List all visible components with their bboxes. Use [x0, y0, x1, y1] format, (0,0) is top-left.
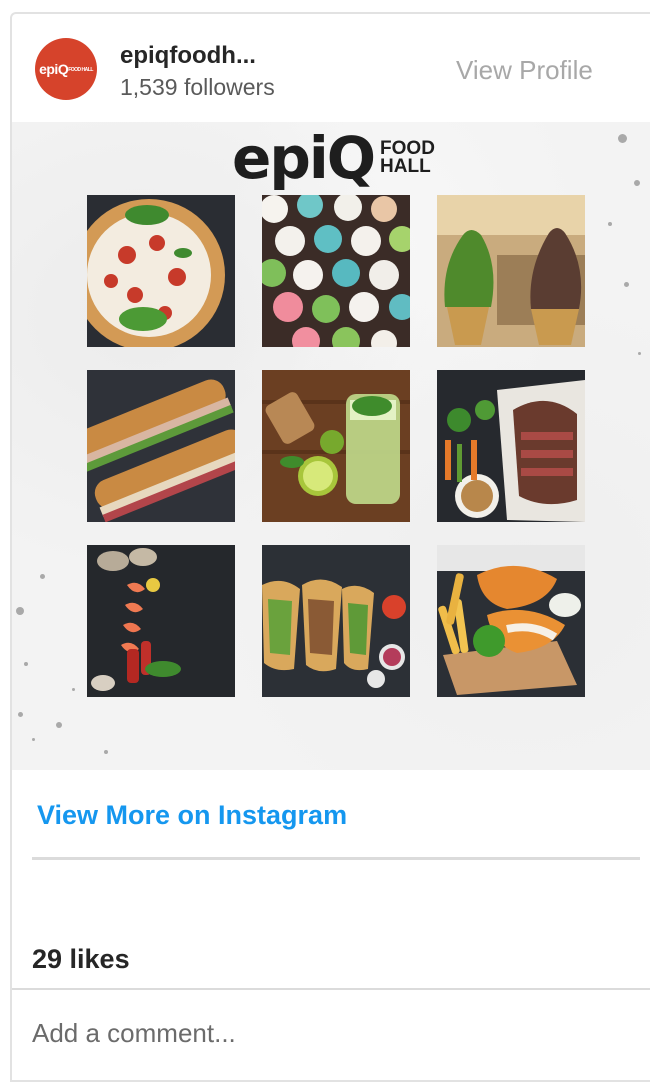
paint-speck: [56, 722, 62, 728]
paint-speck: [40, 574, 45, 579]
divider: [12, 988, 650, 990]
comment-input[interactable]: [32, 1018, 612, 1049]
tile-fish-and-chips: [437, 545, 585, 697]
divider: [32, 857, 640, 860]
view-more-on-instagram-link[interactable]: View More on Instagram: [37, 800, 347, 831]
instagram-embed-card: epiQFOOD HALL epiqfoodh... 1,539 followe…: [10, 12, 650, 1082]
tile-pizza: [87, 195, 235, 347]
brand-logo: epiQ FOOD HALL: [232, 124, 435, 192]
post-header: epiQFOOD HALL epiqfoodh... 1,539 followe…: [12, 14, 650, 122]
paint-speck: [104, 750, 108, 754]
tile-soft-serve: [437, 195, 585, 347]
avatar-logo: epiQFOOD HALL: [39, 61, 93, 77]
tile-seafood: [87, 545, 235, 697]
brand-logo-sub: FOOD HALL: [380, 139, 435, 177]
tile-tacos: [262, 545, 410, 697]
follower-count: 1,539 followers: [120, 74, 275, 100]
brand-logo-sub-line: HALL: [380, 156, 431, 177]
username[interactable]: epiqfoodh...: [120, 42, 256, 70]
view-profile-link[interactable]: View Profile: [456, 55, 593, 86]
tile-cupcakes: [262, 195, 410, 347]
avatar-logo-text: epiQ: [39, 61, 69, 77]
avatar[interactable]: epiQFOOD HALL: [35, 38, 97, 100]
paint-speck: [24, 662, 28, 666]
tile-steak: [437, 370, 585, 522]
paint-speck: [638, 352, 641, 355]
avatar-logo-sub: FOOD HALL: [68, 66, 93, 73]
paint-speck: [608, 222, 612, 226]
brand-logo-text: epiQ: [232, 124, 376, 192]
paint-speck: [624, 282, 629, 287]
tile-sandwich: [87, 370, 235, 522]
tile-mojito: [262, 370, 410, 522]
paint-speck: [18, 712, 23, 717]
paint-speck: [16, 607, 24, 615]
paint-speck: [634, 180, 640, 186]
paint-speck: [72, 688, 75, 691]
likes-count[interactable]: 29 likes: [32, 944, 130, 975]
post-image[interactable]: epiQ FOOD HALL: [12, 122, 650, 770]
paint-speck: [32, 738, 35, 741]
paint-speck: [618, 134, 627, 143]
